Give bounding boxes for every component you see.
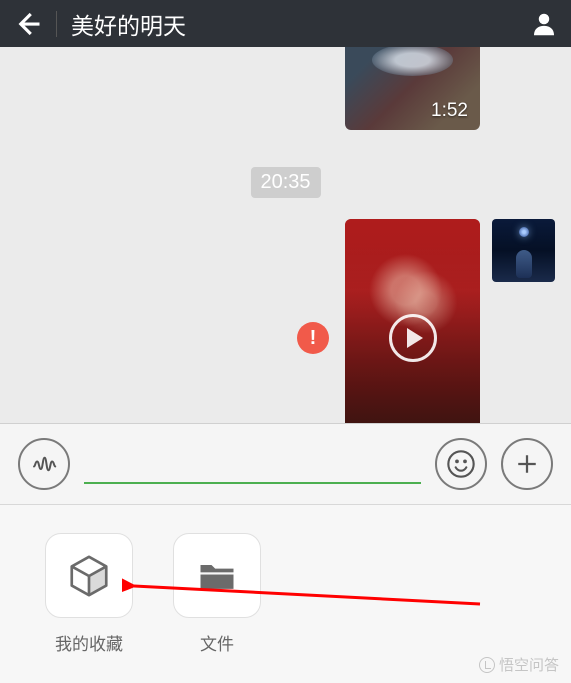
back-icon[interactable]	[12, 9, 42, 39]
cube-icon	[66, 553, 112, 599]
file-attachment[interactable]: 文件	[173, 533, 261, 655]
send-error-icon[interactable]: !	[297, 322, 329, 354]
profile-icon[interactable]	[529, 9, 559, 39]
chat-title: 美好的明天	[71, 7, 529, 41]
video-message-1[interactable]: 1:52	[345, 47, 480, 130]
timestamp-badge: 20:35	[250, 167, 320, 198]
plus-icon	[512, 449, 542, 479]
video-duration: 1:52	[431, 100, 468, 122]
folder-icon	[195, 554, 239, 598]
message-input[interactable]	[84, 444, 421, 484]
chat-messages-area[interactable]: 1:52 20:35 ! 7:08	[0, 47, 571, 423]
smile-icon	[445, 448, 477, 480]
sound-wave-icon	[29, 449, 59, 479]
attachment-label: 我的收藏	[55, 630, 123, 655]
input-toolbar	[0, 423, 571, 505]
header-divider	[56, 11, 57, 37]
voice-input-button[interactable]	[18, 438, 70, 490]
favorites-attachment[interactable]: 我的收藏	[45, 533, 133, 655]
play-icon	[389, 314, 437, 362]
sender-avatar[interactable]	[492, 219, 555, 282]
attachment-label: 文件	[200, 630, 234, 655]
video-message-2[interactable]: 7:08	[345, 219, 480, 423]
chat-header: 美好的明天	[0, 0, 571, 47]
more-button[interactable]	[501, 438, 553, 490]
emoji-button[interactable]	[435, 438, 487, 490]
attachment-panel: 我的收藏 文件	[0, 505, 571, 683]
